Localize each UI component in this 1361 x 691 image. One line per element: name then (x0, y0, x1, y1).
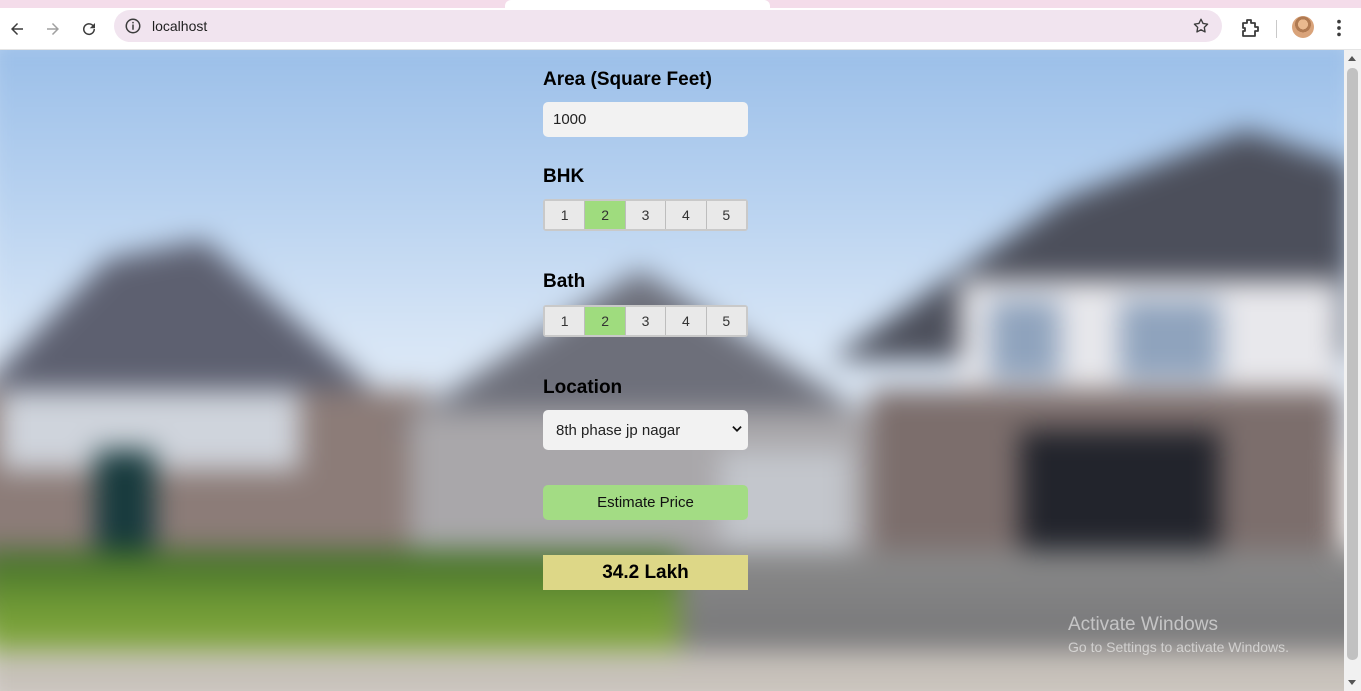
bath-option-1[interactable]: 1 (545, 307, 586, 335)
estimate-price-button[interactable]: Estimate Price (543, 485, 748, 520)
estimated-price-result: 34.2 Lakh (543, 555, 748, 590)
bhk-option-2[interactable]: 2 (585, 201, 626, 229)
bhk-option-5[interactable]: 5 (706, 201, 747, 229)
forward-button[interactable] (40, 16, 66, 42)
bhk-option-3[interactable]: 3 (625, 201, 667, 229)
location-select[interactable]: 8th phase jp nagar (543, 410, 748, 450)
bhk-selector: 1 2 3 4 5 (543, 199, 748, 231)
chevron-down-icon (732, 426, 742, 432)
area-label: Area (Square Feet) (543, 69, 712, 90)
bath-option-4[interactable]: 4 (666, 307, 707, 335)
bath-option-3[interactable]: 3 (625, 307, 667, 335)
bhk-option-4[interactable]: 4 (666, 201, 707, 229)
location-selected-value: 8th phase jp nagar (556, 421, 681, 439)
scroll-up-arrow-icon[interactable] (1348, 56, 1356, 61)
back-button[interactable] (4, 16, 30, 42)
bookmark-star-icon[interactable] (1192, 17, 1210, 35)
bath-option-5[interactable]: 5 (706, 307, 747, 335)
url-text[interactable]: localhost (152, 18, 207, 34)
scroll-down-arrow-icon[interactable] (1348, 680, 1356, 685)
area-input[interactable] (543, 102, 748, 137)
background-house-image (0, 50, 1344, 691)
page-viewport: Area (Square Feet) BHK 1 2 3 4 5 Bath 1 … (0, 50, 1344, 691)
address-bar[interactable]: localhost (114, 10, 1222, 42)
arrow-right-icon (47, 23, 59, 35)
page-scrollbar[interactable] (1344, 50, 1361, 691)
toolbar-divider (1276, 20, 1277, 38)
watermark-title: Activate Windows (1068, 614, 1218, 635)
browser-toolbar: localhost (0, 8, 1361, 50)
arrow-left-icon (11, 23, 23, 35)
windows-activation-watermark: Activate Windows Go to Settings to activ… (1068, 614, 1289, 655)
bath-label: Bath (543, 271, 586, 292)
bhk-label: BHK (543, 166, 585, 187)
info-icon[interactable] (124, 17, 142, 35)
bhk-option-1[interactable]: 1 (545, 201, 586, 229)
reload-button[interactable] (76, 16, 102, 42)
more-menu-icon[interactable] (1328, 16, 1350, 40)
watermark-subtitle: Go to Settings to activate Windows. (1068, 639, 1289, 655)
scrollbar-thumb[interactable] (1347, 68, 1358, 660)
bath-selector: 1 2 3 4 5 (543, 305, 748, 337)
tab-strip (0, 0, 1361, 8)
reload-icon (83, 23, 96, 36)
bath-option-2[interactable]: 2 (585, 307, 626, 335)
profile-avatar[interactable] (1292, 16, 1314, 38)
extensions-icon[interactable] (1238, 16, 1262, 40)
location-label: Location (543, 377, 623, 398)
active-tab[interactable] (505, 0, 770, 8)
